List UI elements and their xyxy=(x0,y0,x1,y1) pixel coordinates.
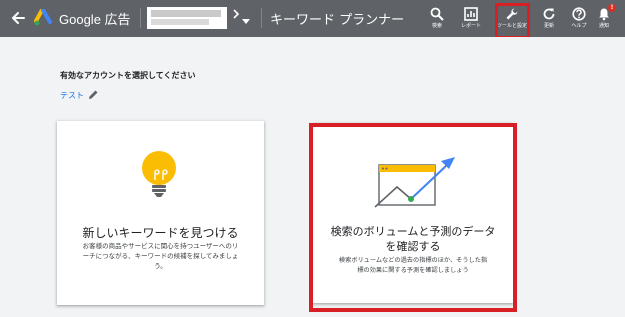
pencil-icon[interactable] xyxy=(88,89,99,100)
top-app-bar: Google 広告 キーワード プランナー 検索 レポート ツールと設定 更新 … xyxy=(0,0,625,39)
card-title: 新しいキーワードを見つける xyxy=(82,226,239,240)
page-heading: 有効なアカウントを選択してください xyxy=(60,71,196,80)
caret-down-icon[interactable] xyxy=(242,19,250,25)
card-description: お客様の商品やサービスに関心を持つユーザーへのリ ーチにつながる、キーワードの候… xyxy=(67,241,254,271)
redacted-text xyxy=(151,19,209,25)
back-arrow-icon[interactable] xyxy=(8,8,28,28)
search-button[interactable]: 検索 xyxy=(419,4,455,34)
highlight-box-card xyxy=(309,123,517,312)
report-icon xyxy=(464,7,478,21)
help-icon xyxy=(572,7,586,21)
find-new-keywords-card[interactable]: 新しいキーワードを見つける お客様の商品やサービスに関心を持つユーザーへのリ ー… xyxy=(57,121,264,305)
page-title: キーワード プランナー xyxy=(270,13,405,28)
main-content: 有効なアカウントを選択してください テスト 新しいキーワードを見つける お客様の… xyxy=(0,37,625,317)
account-selector-redacted[interactable] xyxy=(147,7,227,29)
report-label: レポート xyxy=(460,23,481,29)
notification-badge: ! xyxy=(608,4,616,12)
notifications-label: 通知 xyxy=(598,23,609,29)
highlight-box-tools xyxy=(495,3,530,39)
report-button[interactable]: レポート xyxy=(453,4,489,34)
redacted-text xyxy=(151,10,221,17)
desc-line: お客様の商品やサービスに関心を持つユーザーへのリ xyxy=(82,242,239,250)
desc-line: ーチにつながる、キーワードの候補を探してみましょ xyxy=(82,252,239,260)
divider xyxy=(140,8,141,28)
divider xyxy=(261,8,262,28)
search-label: 検索 xyxy=(431,23,442,29)
chevron-right-icon xyxy=(233,9,240,19)
desc-line: う。 xyxy=(154,262,167,270)
account-link[interactable]: テスト xyxy=(60,90,84,101)
lightbulb-icon xyxy=(142,151,176,197)
google-ads-logo-icon xyxy=(34,9,52,26)
brand-name: Google 広告 xyxy=(59,12,131,27)
search-icon xyxy=(430,7,444,21)
refresh-icon xyxy=(543,8,555,20)
notifications-button[interactable]: 通知 xyxy=(586,4,622,34)
